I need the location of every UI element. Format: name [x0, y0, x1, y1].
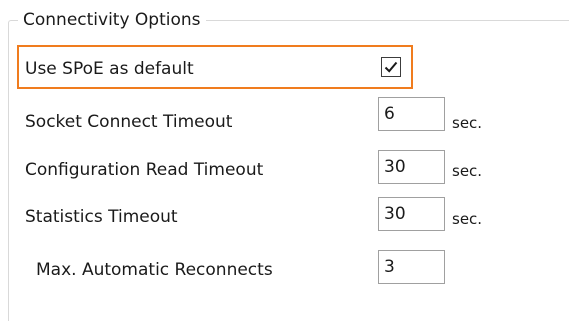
use-spoe-label: Use SPoE as default: [25, 59, 194, 79]
stats-timeout-input[interactable]: [378, 197, 445, 231]
use-spoe-checkbox[interactable]: [381, 57, 401, 77]
stats-timeout-unit: sec.: [452, 210, 483, 228]
config-timeout-label: Configuration Read Timeout: [25, 160, 264, 180]
reconnects-label: Max. Automatic Reconnects: [36, 260, 273, 280]
config-timeout-input[interactable]: [378, 150, 445, 184]
socket-timeout-unit: sec.: [452, 114, 483, 132]
socket-timeout-label: Socket Connect Timeout: [25, 112, 233, 132]
socket-timeout-input[interactable]: [378, 97, 445, 131]
checkmark-icon: [384, 61, 398, 73]
config-timeout-unit: sec.: [452, 162, 483, 180]
stats-timeout-label: Statistics Timeout: [25, 207, 178, 227]
reconnects-input[interactable]: [378, 250, 445, 284]
group-title: Connectivity Options: [18, 8, 206, 32]
